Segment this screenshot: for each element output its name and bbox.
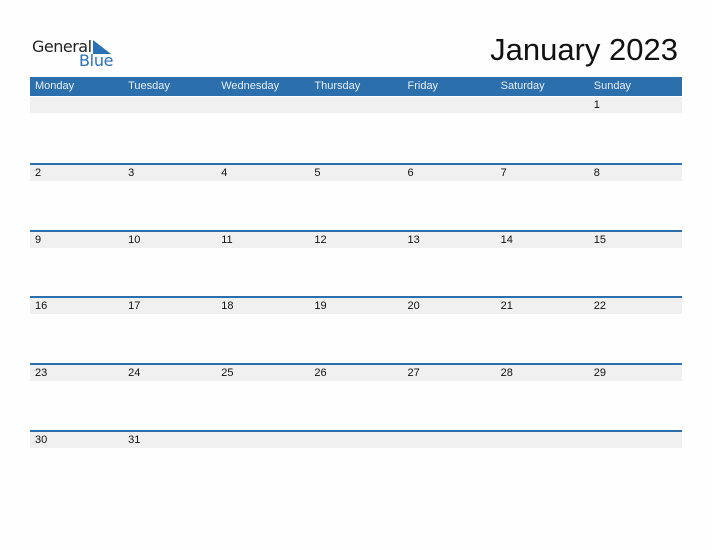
day-cell: 14 xyxy=(500,234,513,246)
day-cell: 6 xyxy=(407,167,414,179)
weekday-sunday: Sunday xyxy=(593,80,632,92)
day-cell: 12 xyxy=(314,234,327,246)
day-cell: 1 xyxy=(593,99,600,111)
weekday-friday: Friday xyxy=(407,80,439,92)
day-cell xyxy=(216,432,309,448)
week-row: 9 10 11 12 13 14 15 xyxy=(30,230,682,248)
day-cell: 18 xyxy=(221,300,234,312)
logo-blue-text: Blue xyxy=(79,51,114,70)
week-row: 23 24 25 26 27 28 29 xyxy=(30,363,682,381)
logo: General Blue xyxy=(32,37,122,71)
day-cell: 28 xyxy=(500,367,513,379)
day-cell: 30 xyxy=(35,434,48,446)
day-cell: 19 xyxy=(314,300,327,312)
day-cell: 4 xyxy=(221,167,228,179)
day-cell xyxy=(123,97,216,113)
day-cell: 27 xyxy=(407,367,420,379)
weekday-wednesday: Wednesday xyxy=(221,80,280,92)
day-cell xyxy=(496,432,589,448)
weekday-thursday: Thursday xyxy=(314,80,361,92)
day-cell: 16 xyxy=(35,300,48,312)
day-cell: 11 xyxy=(221,234,233,246)
day-cell: 15 xyxy=(593,234,606,246)
week-row: 16 17 18 19 20 21 22 xyxy=(30,296,682,314)
weekday-tuesday: Tuesday xyxy=(128,80,170,92)
day-cell: 10 xyxy=(128,234,141,246)
day-cell: 3 xyxy=(128,167,135,179)
day-cell: 5 xyxy=(314,167,321,179)
day-cell: 8 xyxy=(593,167,600,179)
day-cell: 2 xyxy=(35,167,42,179)
weekday-header: Monday Tuesday Wednesday Thursday Friday… xyxy=(30,77,682,96)
day-cell: 29 xyxy=(593,367,606,379)
day-cell: 23 xyxy=(35,367,48,379)
day-cell: 22 xyxy=(593,300,606,312)
week-row: 1 xyxy=(30,97,682,113)
day-cell: 26 xyxy=(314,367,327,379)
day-cell xyxy=(309,432,402,448)
week-row: 2 3 4 5 6 7 8 xyxy=(30,163,682,181)
day-cell: 25 xyxy=(221,367,234,379)
day-cell: 9 xyxy=(35,234,42,246)
weekday-saturday: Saturday xyxy=(500,80,545,92)
day-cell: 17 xyxy=(128,300,141,312)
day-cell: 13 xyxy=(407,234,420,246)
day-cell: 31 xyxy=(128,434,141,446)
day-cell xyxy=(589,432,682,448)
day-cell xyxy=(30,97,123,113)
day-cell xyxy=(216,97,309,113)
weekday-monday: Monday xyxy=(35,80,75,92)
page-title: January 2023 xyxy=(490,32,678,67)
day-cell: 21 xyxy=(500,300,513,312)
day-cell xyxy=(496,97,589,113)
day-cell xyxy=(403,432,496,448)
week-row: 30 31 xyxy=(30,430,682,448)
day-cell: 20 xyxy=(407,300,420,312)
day-cell: 24 xyxy=(128,367,141,379)
day-cell: 7 xyxy=(500,167,507,179)
day-cell xyxy=(309,97,402,113)
day-cell xyxy=(403,97,496,113)
